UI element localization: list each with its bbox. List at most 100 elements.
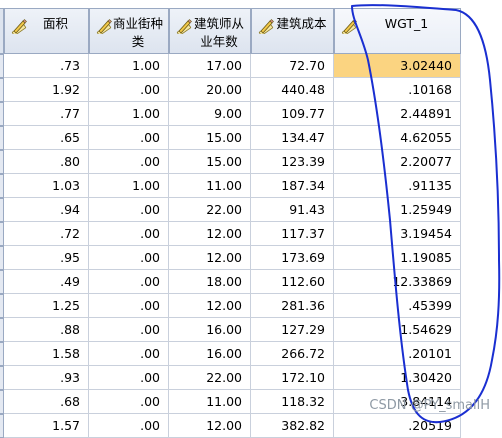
data-cell-wgt[interactable]: .91135	[334, 174, 461, 198]
data-cell-shangye[interactable]: 1.00	[89, 102, 169, 126]
data-cell-nianshu[interactable]: 12.00	[169, 294, 251, 318]
data-cell-chengben[interactable]: 281.36	[251, 294, 334, 318]
data-cell-wgt[interactable]: 12.33869	[334, 270, 461, 294]
data-cell-wgt[interactable]: 1.19085	[334, 246, 461, 270]
column-header-chengben[interactable]: 建筑成本	[251, 8, 334, 54]
data-cell-wgt[interactable]: 3.19454	[334, 222, 461, 246]
data-cell-shangye[interactable]: .00	[89, 342, 169, 366]
data-cell-nianshu[interactable]: 20.00	[169, 78, 251, 102]
pencil-ruler-icon	[258, 19, 274, 34]
data-cell-shangye[interactable]: .00	[89, 126, 169, 150]
data-cell-chengben[interactable]: 109.77	[251, 102, 334, 126]
data-cell-shangye[interactable]: .00	[89, 270, 169, 294]
data-cell-nianshu[interactable]: 16.00	[169, 342, 251, 366]
data-cell-shangye[interactable]: .00	[89, 294, 169, 318]
data-cell-chengben[interactable]: 440.48	[251, 78, 334, 102]
data-cell-mianji[interactable]: .65	[4, 126, 89, 150]
data-cell-chengben[interactable]: 91.43	[251, 198, 334, 222]
data-cell-shangye[interactable]: .00	[89, 318, 169, 342]
data-cell-mianji[interactable]: .49	[4, 270, 89, 294]
data-cell-chengben[interactable]: 72.70	[251, 54, 334, 78]
table-row: .80.00 15.00 123.39 2.20077	[0, 150, 502, 174]
watermark: CSDN @PY_smallH	[369, 398, 490, 413]
data-cell-mianji[interactable]: .77	[4, 102, 89, 126]
column-header-mianji[interactable]: 面积	[4, 8, 89, 54]
data-cell-mianji[interactable]: .88	[4, 318, 89, 342]
data-cell-chengben[interactable]: 127.29	[251, 318, 334, 342]
data-grid: 面积 商业街种 类建筑师从 业年数 建筑成本 WGT_1.73 1.00 17.00 72.…	[0, 0, 502, 438]
data-cell-shangye[interactable]: 1.00	[89, 174, 169, 198]
data-cell-chengben[interactable]: 118.32	[251, 390, 334, 414]
data-cell-nianshu[interactable]: 18.00	[169, 270, 251, 294]
data-cell-wgt[interactable]: 1.30420	[334, 366, 461, 390]
data-cell-mianji[interactable]: .72	[4, 222, 89, 246]
data-cell-mianji[interactable]: 1.92	[4, 78, 89, 102]
data-cell-shangye[interactable]: .00	[89, 414, 169, 438]
table-row: 1.25.00 12.00 281.36.45399	[0, 294, 502, 318]
data-cell-nianshu[interactable]: 16.00	[169, 318, 251, 342]
table-row: .49.00 18.00 112.60 12.33869	[0, 270, 502, 294]
data-cell-chengben[interactable]: 173.69	[251, 246, 334, 270]
data-cell-chengben[interactable]: 117.37	[251, 222, 334, 246]
data-cell-mianji[interactable]: .80	[4, 150, 89, 174]
data-cell-mianji[interactable]: 1.25	[4, 294, 89, 318]
table-row: 1.58.00 16.00 266.72.20101	[0, 342, 502, 366]
data-cell-shangye[interactable]: 1.00	[89, 54, 169, 78]
pencil-ruler-icon	[341, 19, 357, 34]
data-cell-mianji[interactable]: .68	[4, 390, 89, 414]
data-cell-nianshu[interactable]: 11.00	[169, 390, 251, 414]
data-cell-chengben[interactable]: 172.10	[251, 366, 334, 390]
data-cell-wgt[interactable]: .20519	[334, 414, 461, 438]
data-cell-mianji[interactable]: 1.57	[4, 414, 89, 438]
data-cell-shangye[interactable]: .00	[89, 198, 169, 222]
pencil-ruler-icon	[176, 19, 192, 34]
data-cell-shangye[interactable]: .00	[89, 246, 169, 270]
table-row: .88.00 16.00 127.29 1.54629	[0, 318, 502, 342]
column-header-wgt[interactable]: WGT_1	[334, 8, 461, 54]
data-cell-wgt[interactable]: 1.54629	[334, 318, 461, 342]
data-cell-wgt[interactable]: 2.44891	[334, 102, 461, 126]
data-cell-mianji[interactable]: .95	[4, 246, 89, 270]
data-cell-mianji[interactable]: .73	[4, 54, 89, 78]
table-row: .72.00 12.00 117.37 3.19454	[0, 222, 502, 246]
data-cell-nianshu[interactable]: 17.00	[169, 54, 251, 78]
data-cell-mianji[interactable]: .94	[4, 198, 89, 222]
data-cell-wgt[interactable]: .10168	[334, 78, 461, 102]
data-cell-shangye[interactable]: .00	[89, 150, 169, 174]
data-cell-nianshu[interactable]: 22.00	[169, 366, 251, 390]
data-cell-wgt[interactable]: 1.25949	[334, 198, 461, 222]
pencil-ruler-icon	[11, 19, 27, 34]
data-cell-chengben[interactable]: 266.72	[251, 342, 334, 366]
column-header-nianshu[interactable]: 建筑师从 业年数	[169, 8, 251, 54]
data-cell-nianshu[interactable]: 12.00	[169, 414, 251, 438]
data-cell-shangye[interactable]: .00	[89, 78, 169, 102]
data-cell-wgt[interactable]: 3.02440	[334, 54, 461, 78]
data-cell-shangye[interactable]: .00	[89, 366, 169, 390]
data-cell-chengben[interactable]: 187.34	[251, 174, 334, 198]
data-cell-wgt[interactable]: 4.62055	[334, 126, 461, 150]
table-row: .73 1.00 17.00 72.70 3.02440	[0, 54, 502, 78]
table-row: .94.00 22.00 91.43 1.25949	[0, 198, 502, 222]
data-cell-wgt[interactable]: .20101	[334, 342, 461, 366]
data-cell-mianji[interactable]: 1.03	[4, 174, 89, 198]
column-header-shangye[interactable]: 商业街种 类	[89, 8, 169, 54]
data-cell-nianshu[interactable]: 9.00	[169, 102, 251, 126]
table-row: 1.92.00 20.00 440.48.10168	[0, 78, 502, 102]
data-cell-nianshu[interactable]: 15.00	[169, 126, 251, 150]
data-cell-wgt[interactable]: 2.20077	[334, 150, 461, 174]
data-cell-shangye[interactable]: .00	[89, 390, 169, 414]
data-cell-nianshu[interactable]: 15.00	[169, 150, 251, 174]
data-cell-nianshu[interactable]: 12.00	[169, 246, 251, 270]
data-cell-nianshu[interactable]: 12.00	[169, 222, 251, 246]
data-cell-chengben[interactable]: 112.60	[251, 270, 334, 294]
data-cell-chengben[interactable]: 123.39	[251, 150, 334, 174]
data-cell-nianshu[interactable]: 22.00	[169, 198, 251, 222]
column-header-label: 面积	[42, 16, 68, 31]
data-cell-mianji[interactable]: 1.58	[4, 342, 89, 366]
data-cell-chengben[interactable]: 134.47	[251, 126, 334, 150]
data-cell-nianshu[interactable]: 11.00	[169, 174, 251, 198]
data-cell-mianji[interactable]: .93	[4, 366, 89, 390]
data-cell-shangye[interactable]: .00	[89, 222, 169, 246]
data-cell-wgt[interactable]: .45399	[334, 294, 461, 318]
data-cell-chengben[interactable]: 382.82	[251, 414, 334, 438]
